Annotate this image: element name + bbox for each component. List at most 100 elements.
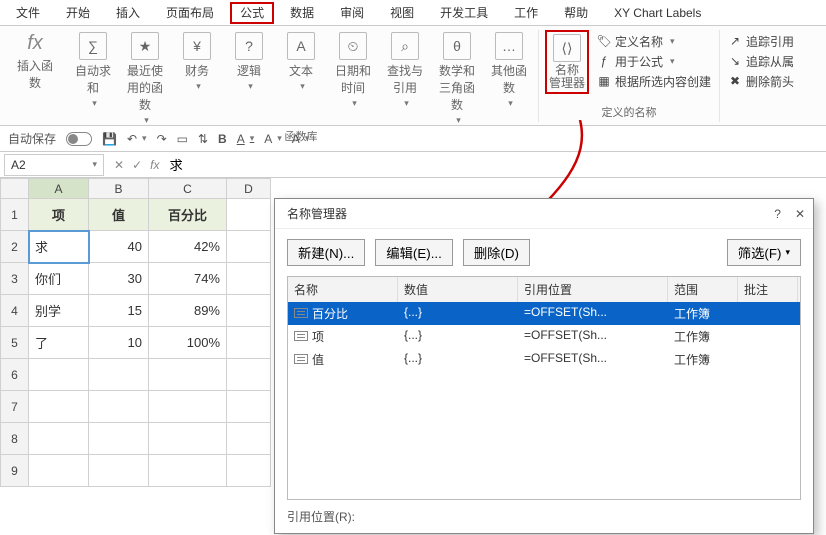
fx-icon[interactable]: fx [150, 158, 159, 172]
cell[interactable] [149, 359, 227, 391]
name-list-row[interactable]: 值{...}=OFFSET(Sh...工作簿 [288, 348, 800, 371]
cell[interactable]: 了 [29, 327, 89, 359]
cell[interactable] [89, 455, 149, 487]
name-manager-button[interactable]: ⟨⟩ 名称 管理器 [545, 30, 589, 94]
menu-tab-7[interactable]: 视图 [380, 2, 424, 24]
cell[interactable] [29, 391, 89, 423]
library-button-5[interactable]: ⏲日期和时间 [330, 30, 376, 111]
menu-tab-3[interactable]: 页面布局 [156, 2, 224, 24]
menu-tab-2[interactable]: 插入 [106, 2, 150, 24]
library-button-2[interactable]: ¥财务 [174, 30, 220, 94]
insert-function-button[interactable]: fx 插入函数 [12, 30, 58, 93]
cell[interactable]: 40 [89, 231, 149, 263]
library-button-6[interactable]: ⌕查找与引用 [382, 30, 428, 111]
enter-icon[interactable]: ✓ [132, 158, 142, 172]
close-button[interactable]: ✕ [795, 207, 805, 221]
cell[interactable]: 求 [29, 231, 89, 263]
cell[interactable]: 42% [149, 231, 227, 263]
list-column-header[interactable]: 数值 [398, 277, 518, 302]
list-column-header[interactable]: 名称 [288, 277, 398, 302]
cell[interactable]: 100% [149, 327, 227, 359]
autosave-toggle[interactable] [66, 132, 92, 146]
new-button[interactable]: 新建(N)... [287, 239, 365, 266]
row-header[interactable]: 7 [1, 391, 29, 423]
col-header[interactable]: A [29, 179, 89, 199]
col-header[interactable]: C [149, 179, 227, 199]
trace-precedents-button[interactable]: ↗追踪引用 [726, 32, 796, 50]
list-column-header[interactable]: 引用位置 [518, 277, 668, 302]
menu-tab-10[interactable]: 帮助 [554, 2, 598, 24]
sort-button[interactable]: ⇅ [198, 132, 208, 146]
menu-tab-5[interactable]: 数据 [280, 2, 324, 24]
row-header[interactable]: 9 [1, 455, 29, 487]
row-header[interactable]: 6 [1, 359, 29, 391]
cell[interactable] [89, 359, 149, 391]
cell[interactable]: 别学 [29, 295, 89, 327]
library-button-1[interactable]: ★最近使用的函数 [122, 30, 168, 128]
cell[interactable] [227, 263, 271, 295]
use-in-formula-button[interactable]: ƒ用于公式 [595, 52, 713, 70]
font-color-button[interactable]: A [237, 132, 255, 146]
list-column-header[interactable]: 范围 [668, 277, 738, 302]
cell[interactable] [227, 199, 271, 231]
undo-button[interactable]: ↶ [127, 132, 147, 146]
col-header[interactable]: D [227, 179, 271, 199]
menu-tab-11[interactable]: XY Chart Labels [604, 2, 711, 24]
cell[interactable] [227, 295, 271, 327]
menu-tab-1[interactable]: 开始 [56, 2, 100, 24]
save-button[interactable]: 💾 [102, 132, 117, 146]
cell[interactable] [149, 455, 227, 487]
library-button-0[interactable]: ∑自动求和 [70, 30, 116, 111]
table-header-cell[interactable]: 项 [29, 199, 89, 231]
cell[interactable] [227, 359, 271, 391]
bold-button[interactable]: B [218, 132, 227, 146]
name-list-row[interactable]: 百分比{...}=OFFSET(Sh...工作簿 [288, 302, 800, 325]
menu-tab-6[interactable]: 审阅 [330, 2, 374, 24]
cell[interactable] [227, 391, 271, 423]
row-header[interactable]: 8 [1, 423, 29, 455]
cell[interactable]: 30 [89, 263, 149, 295]
cell[interactable]: 你们 [29, 263, 89, 295]
library-button-3[interactable]: ?逻辑 [226, 30, 272, 94]
define-name-button[interactable]: 🏷定义名称 [595, 32, 713, 50]
row-header[interactable]: 1 [1, 199, 29, 231]
cell[interactable] [29, 423, 89, 455]
menu-tab-4[interactable]: 公式 [230, 2, 274, 24]
font-size-dec-button[interactable]: A [292, 132, 310, 146]
create-from-selection-button[interactable]: ▦根据所选内容创建 [595, 72, 713, 90]
delete-button[interactable]: 删除(D) [463, 239, 530, 266]
name-box[interactable]: A2▾ [4, 154, 104, 176]
cell[interactable] [227, 423, 271, 455]
library-button-8[interactable]: …其他函数 [486, 30, 532, 111]
cell[interactable] [227, 231, 271, 263]
cell[interactable] [89, 391, 149, 423]
cell[interactable] [149, 391, 227, 423]
name-list[interactable]: 名称数值引用位置范围批注 百分比{...}=OFFSET(Sh...工作簿项{.… [287, 276, 801, 500]
cell[interactable] [89, 423, 149, 455]
list-column-header[interactable]: 批注 [738, 277, 798, 302]
cell[interactable]: 15 [89, 295, 149, 327]
cell[interactable] [227, 327, 271, 359]
row-header[interactable]: 2 [1, 231, 29, 263]
cancel-icon[interactable]: ✕ [114, 158, 124, 172]
help-button[interactable]: ? [774, 207, 781, 221]
font-size-inc-button[interactable]: A [264, 132, 282, 146]
redo-button[interactable]: ↷ [157, 132, 167, 146]
cell[interactable] [149, 423, 227, 455]
col-header[interactable]: B [89, 179, 149, 199]
row-header[interactable]: 3 [1, 263, 29, 295]
cell[interactable] [227, 455, 271, 487]
remove-arrows-button[interactable]: ✖删除箭头 [726, 72, 796, 90]
menu-tab-9[interactable]: 工作 [504, 2, 548, 24]
cell[interactable] [29, 455, 89, 487]
edit-button[interactable]: 编辑(E)... [375, 239, 453, 266]
filter-button[interactable]: 筛选(F)▾ [727, 239, 801, 266]
menu-tab-0[interactable]: 文件 [6, 2, 50, 24]
trace-dependents-button[interactable]: ↘追踪从属 [726, 52, 796, 70]
formula-input[interactable] [165, 154, 826, 176]
cell[interactable]: 89% [149, 295, 227, 327]
table-header-cell[interactable]: 值 [89, 199, 149, 231]
library-button-7[interactable]: θ数学和三角函数 [434, 30, 480, 128]
row-header[interactable]: 4 [1, 295, 29, 327]
menu-tab-8[interactable]: 开发工具 [430, 2, 498, 24]
